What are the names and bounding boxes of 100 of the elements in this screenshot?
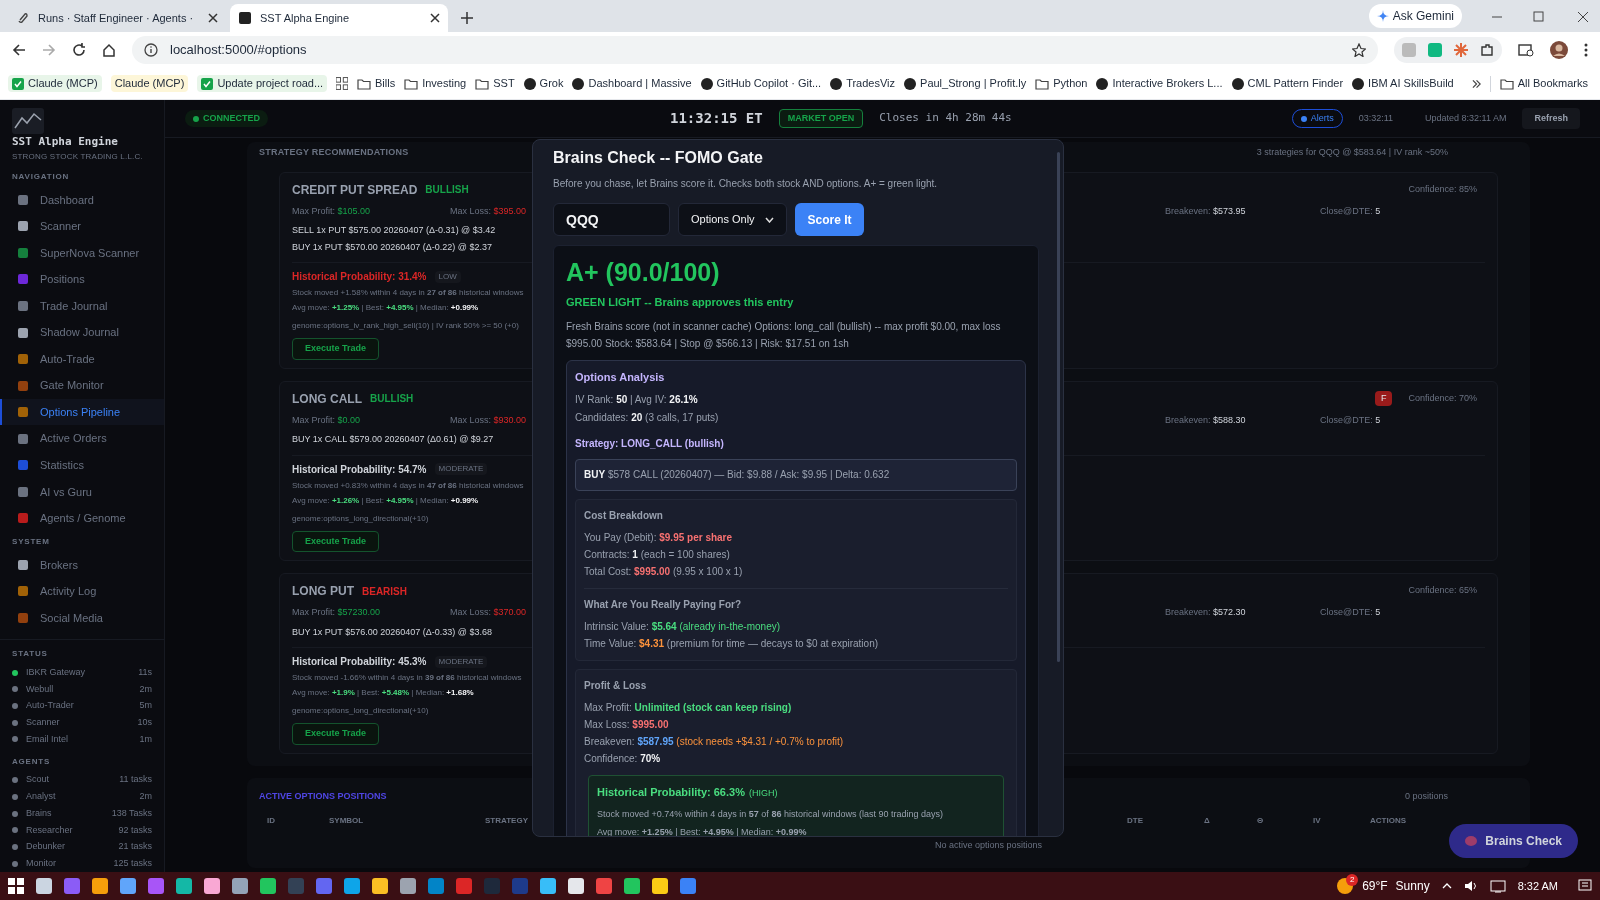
app-icon[interactable] bbox=[400, 878, 416, 894]
starburst-icon[interactable] bbox=[1454, 43, 1468, 57]
nav-item[interactable]: Statistics bbox=[0, 451, 164, 479]
reload-icon[interactable] bbox=[72, 43, 86, 57]
nav-item[interactable]: Gate Monitor bbox=[0, 372, 164, 399]
nav-item[interactable]: Options Pipeline bbox=[0, 398, 164, 426]
analysis-line: IV Rank: 50 | Avg IV: 26.1% bbox=[575, 392, 699, 407]
score-button[interactable]: Score It bbox=[795, 203, 864, 236]
nav-item[interactable]: SuperNova Scanner bbox=[0, 239, 164, 267]
nav-item[interactable]: Agents / Genome bbox=[0, 505, 164, 532]
bookmark-link[interactable]: Interactive Brokers L... bbox=[1096, 75, 1223, 92]
home-icon[interactable] bbox=[102, 43, 116, 57]
address-bar[interactable]: localhost:5000/#options bbox=[132, 36, 1378, 64]
app-icon[interactable] bbox=[680, 878, 696, 894]
status-value: 2m bbox=[139, 682, 152, 696]
genome-text: genome:options_long_directional(+10) bbox=[292, 512, 429, 525]
probability-label: Historical Probability: 54.7% bbox=[292, 462, 427, 477]
execute-button[interactable]: Execute Trade bbox=[292, 530, 380, 552]
forward-icon[interactable] bbox=[42, 43, 56, 57]
bookmark-link[interactable]: Python bbox=[1035, 75, 1088, 92]
app-icon[interactable] bbox=[456, 878, 472, 894]
new-tab-icon[interactable] bbox=[460, 11, 474, 25]
app-icon[interactable] bbox=[512, 878, 528, 894]
execute-button[interactable]: Execute Trade bbox=[292, 723, 380, 745]
bookmark-link[interactable]: Investing bbox=[404, 75, 467, 92]
nav-item[interactable]: Activity Log bbox=[0, 578, 164, 605]
nav-item[interactable]: Shadow Journal bbox=[0, 319, 164, 346]
speaker-icon[interactable] bbox=[1463, 879, 1478, 893]
app-icon[interactable] bbox=[232, 878, 248, 894]
bookmark-link[interactable]: IBM AI SkillsBuild bbox=[1352, 75, 1454, 92]
execute-button[interactable]: Execute Trade bbox=[292, 338, 380, 360]
app-icon[interactable] bbox=[148, 878, 164, 894]
extension-icon[interactable] bbox=[1402, 43, 1416, 57]
bookmark-link[interactable]: Grok bbox=[523, 75, 564, 92]
ticker-field[interactable]: QQQ bbox=[553, 203, 670, 236]
app-icon[interactable] bbox=[540, 878, 556, 894]
bookmark-link[interactable]: Claude (MCP) bbox=[110, 75, 189, 92]
back-icon[interactable] bbox=[12, 43, 26, 57]
brains-check-button[interactable]: Brains Check bbox=[1449, 824, 1578, 858]
app-icon[interactable] bbox=[624, 878, 640, 894]
puzzle-icon[interactable] bbox=[1480, 43, 1494, 57]
menu-icon[interactable] bbox=[1584, 43, 1588, 57]
bookmark-link[interactable]: Bills bbox=[357, 75, 396, 92]
apps-icon[interactable] bbox=[336, 77, 348, 90]
nav-item[interactable]: Brokers bbox=[0, 551, 164, 579]
sidepanel-icon[interactable] bbox=[1518, 43, 1534, 57]
notifications-icon[interactable] bbox=[1578, 879, 1592, 893]
avatar-icon[interactable] bbox=[1550, 41, 1568, 59]
bookmark-link[interactable]: Dashboard | Massive bbox=[572, 75, 692, 92]
app-icon[interactable] bbox=[484, 878, 500, 894]
weather-widget[interactable]: 2 69°F Sunny bbox=[1336, 877, 1430, 895]
app-icon[interactable] bbox=[288, 878, 304, 894]
app-icon[interactable] bbox=[372, 878, 388, 894]
browser-tab[interactable]: Runs · Staff Engineer · Agents · bbox=[8, 4, 226, 32]
bookmark-link[interactable]: TradesViz bbox=[830, 75, 896, 92]
nav-item[interactable]: Auto-Trade bbox=[0, 345, 164, 373]
app-icon[interactable] bbox=[36, 878, 52, 894]
windows-icon[interactable] bbox=[8, 878, 24, 894]
bookmark-link[interactable]: CML Pattern Finder bbox=[1231, 75, 1344, 92]
app-icon[interactable] bbox=[568, 878, 584, 894]
nav-item[interactable]: AI vs Guru bbox=[0, 478, 164, 506]
checkbox-icon bbox=[12, 77, 24, 90]
stat-text: Breakeven: $588.30 bbox=[1165, 414, 1246, 425]
bookmark-link[interactable]: Update project road... bbox=[197, 75, 328, 92]
extension-icon[interactable] bbox=[1428, 43, 1442, 57]
app-icon[interactable] bbox=[596, 878, 612, 894]
close-icon[interactable] bbox=[430, 13, 440, 23]
bookmark-link[interactable]: Claude (MCP) bbox=[8, 75, 102, 92]
app-icon[interactable] bbox=[652, 878, 668, 894]
bookmark-link[interactable]: SST bbox=[475, 75, 515, 92]
more-icon[interactable] bbox=[1471, 78, 1481, 89]
gemini-button[interactable]: Ask Gemini bbox=[1368, 4, 1462, 28]
bookmark-link[interactable]: All Bookmarks bbox=[1499, 75, 1588, 92]
close-icon[interactable] bbox=[208, 13, 218, 23]
app-icon[interactable] bbox=[92, 878, 108, 894]
nav-item[interactable]: Social Media bbox=[0, 604, 164, 632]
mode-select[interactable]: Options Only bbox=[678, 203, 787, 236]
app-icon[interactable] bbox=[176, 878, 192, 894]
bookmark-link[interactable]: Paul_Strong | Profit.ly bbox=[904, 75, 1027, 92]
stat-text: Breakeven: $573.95 bbox=[1165, 205, 1246, 216]
square-icon bbox=[18, 247, 28, 258]
nav-item[interactable]: Positions bbox=[0, 266, 164, 293]
nav-item[interactable]: Active Orders bbox=[0, 425, 164, 452]
app-icon[interactable] bbox=[260, 878, 276, 894]
star-icon[interactable] bbox=[1352, 43, 1366, 57]
app-icon[interactable] bbox=[120, 878, 136, 894]
app-icon[interactable] bbox=[204, 878, 220, 894]
app-icon[interactable] bbox=[316, 878, 332, 894]
monitor-icon[interactable] bbox=[1489, 879, 1506, 893]
nav-item[interactable]: Trade Journal bbox=[0, 292, 164, 320]
chevron-icon[interactable] bbox=[1441, 883, 1452, 889]
browser-tab[interactable]: SST Alpha Engine bbox=[230, 4, 448, 32]
refresh-button[interactable]: Refresh bbox=[1522, 107, 1580, 130]
app-icon[interactable] bbox=[64, 878, 80, 894]
bookmark-link[interactable]: GitHub Copilot · Git... bbox=[700, 75, 822, 92]
scrollbar-thumb[interactable] bbox=[1057, 152, 1060, 662]
nav-item[interactable]: Dashboard bbox=[0, 186, 164, 214]
app-icon[interactable] bbox=[344, 878, 360, 894]
nav-item[interactable]: Scanner bbox=[0, 213, 164, 240]
app-icon[interactable] bbox=[428, 878, 444, 894]
